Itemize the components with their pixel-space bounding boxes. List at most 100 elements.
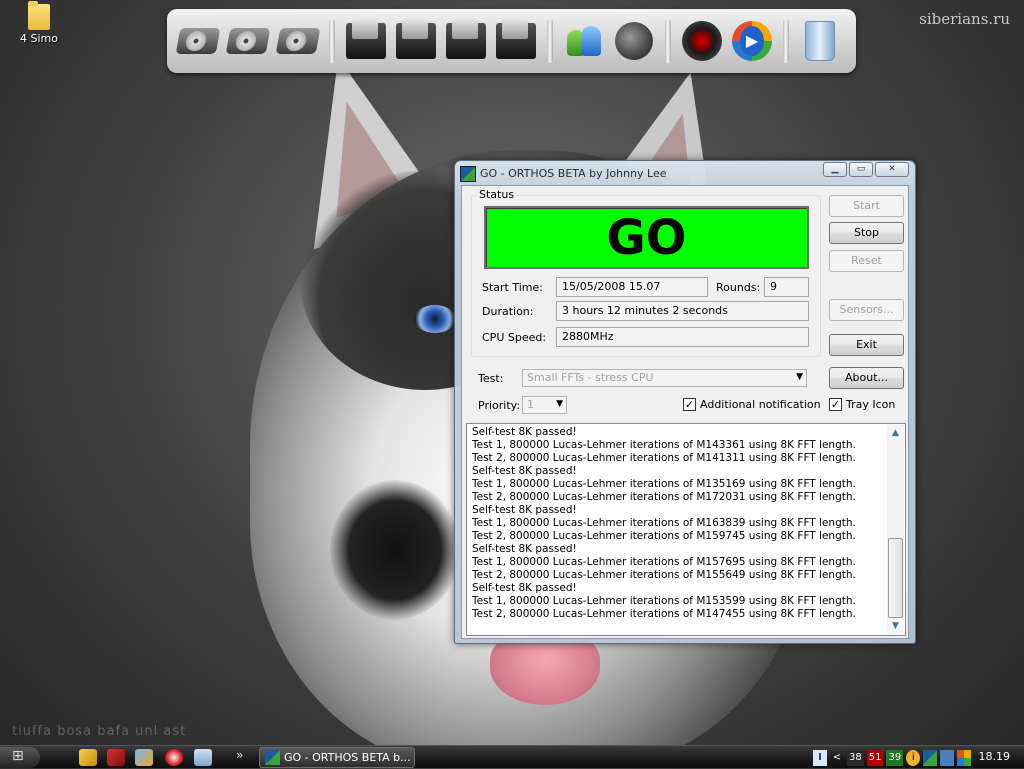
log-line: Self-test 8K passed! [472, 465, 577, 477]
start-time-label: Start Time: [482, 281, 543, 294]
sensors-button[interactable]: Sensors... [829, 299, 904, 321]
dock-separator [547, 19, 553, 63]
dock-separator [783, 19, 789, 63]
tray-orthos-icon[interactable] [923, 749, 938, 766]
recycle-bin-icon[interactable] [797, 17, 843, 65]
test-select[interactable]: Small FFTs - stress CPU ▼ [522, 369, 807, 387]
wallpaper-faint-text: tiuffa bosa bafa unl ast [12, 724, 187, 739]
desktop-folder-label: 4 Simo [20, 32, 58, 45]
exit-button[interactable]: Exit [829, 334, 904, 356]
rounds-field: 9 [764, 277, 809, 297]
chevron-down-icon: ▼ [796, 372, 803, 382]
quicklaunch-chevron[interactable]: » [236, 748, 243, 762]
folder-icon [28, 1, 50, 30]
test-select-value: Small FFTs - stress CPU [527, 371, 654, 384]
start-time-field: 15/05/2008 15.07 [556, 277, 708, 297]
log-line: Test 1, 800000 Lucas-Lehmer iterations o… [472, 517, 856, 529]
desktop-folder-icon[interactable]: 4 Simo [18, 1, 60, 45]
maximize-button[interactable]: ▭ [849, 162, 873, 177]
close-button[interactable]: ✕ [875, 162, 909, 177]
tray-info-icon[interactable]: i [906, 749, 921, 766]
tray-temp-2[interactable]: 51 [866, 749, 884, 766]
chevron-down-icon: ▼ [556, 399, 563, 409]
quicklaunch-app3-icon[interactable] [135, 749, 153, 766]
log-line: Self-test 8K passed! [472, 543, 577, 555]
window-client-area: Status GO Start Time: 15/05/2008 15.07 R… [461, 185, 909, 639]
test-log-lines: Self-test 8K passed! Test 1, 800000 Lucas… [472, 426, 884, 621]
drive-c-icon[interactable] [175, 17, 221, 65]
window-titlebar[interactable]: GO - ORTHOS BETA by Johnny Lee ▁ ▭ ✕ [455, 161, 915, 185]
window-title: GO - ORTHOS BETA by Johnny Lee [480, 167, 667, 180]
tray-network-icon[interactable] [940, 749, 955, 766]
tray-temp-3[interactable]: 39 [886, 749, 904, 766]
scroll-up-icon[interactable]: ▲ [887, 425, 904, 441]
video-folder-icon[interactable] [493, 17, 539, 65]
taskbar: » GO - ORTHOS BETA b... I < 38 51 39 i 1… [0, 745, 1024, 768]
pictures-folder-icon[interactable] [393, 17, 439, 65]
dock-separator [329, 19, 335, 63]
reset-button[interactable]: Reset [829, 250, 904, 272]
log-line: Test 2, 800000 Lucas-Lehmer iterations o… [472, 530, 856, 542]
start-button[interactable]: Start [829, 195, 904, 217]
status-group-label: Status [477, 188, 517, 201]
log-line: Test 1, 800000 Lucas-Lehmer iterations o… [472, 439, 856, 451]
additional-notification-checkbox[interactable]: ✓ Additional notification [683, 398, 821, 411]
log-scrollbar[interactable]: ▲ ▼ [887, 425, 904, 634]
orthos-window: GO - ORTHOS BETA by Johnny Lee ▁ ▭ ✕ Sta… [454, 160, 916, 644]
tray-windows-flag-icon[interactable] [957, 749, 972, 766]
cpu-speed-label: CPU Speed: [482, 331, 547, 344]
wallpaper-watermark: siberians.ru [919, 10, 1010, 28]
application-dock [167, 9, 856, 73]
log-line: Test 2, 800000 Lucas-Lehmer iterations o… [472, 491, 856, 503]
drive-d-icon[interactable] [225, 17, 271, 65]
priority-select-value: 1 [527, 398, 534, 411]
status-indicator: GO [484, 206, 809, 269]
duration-label: Duration: [482, 305, 534, 318]
scroll-down-icon[interactable]: ▼ [887, 618, 904, 634]
checkmark-icon: ✓ [829, 398, 842, 411]
music-folder-icon[interactable] [443, 17, 489, 65]
tray-expand-icon[interactable]: < [830, 750, 844, 766]
cpu-speed-field: 2880MHz [556, 327, 809, 347]
priority-select[interactable]: 1 ▼ [522, 396, 567, 414]
orthos-app-icon [460, 166, 476, 182]
media-disc-icon[interactable] [679, 17, 725, 65]
documents-folder-icon[interactable] [343, 17, 389, 65]
checkmark-icon: ✓ [683, 398, 696, 411]
about-button[interactable]: About... [829, 367, 904, 389]
status-group: Status GO Start Time: 15/05/2008 15.07 R… [471, 188, 821, 357]
msn-messenger-icon[interactable] [561, 17, 607, 65]
stop-button[interactable]: Stop [829, 222, 904, 244]
tray-icon-label: Tray Icon [846, 398, 896, 411]
rounds-label: Rounds: [716, 281, 761, 294]
log-line: Self-test 8K passed! [472, 426, 577, 438]
quicklaunch-app2-icon[interactable] [107, 749, 125, 766]
taskbar-clock[interactable]: 18.19 [979, 750, 1011, 763]
system-tray: I < 38 51 39 i [813, 746, 972, 769]
dock-separator [665, 19, 671, 63]
quicklaunch-desktop-icon[interactable] [194, 749, 212, 766]
additional-notification-label: Additional notification [700, 398, 821, 411]
test-log[interactable]: Self-test 8K passed! Test 1, 800000 Lucas… [466, 423, 906, 636]
scrollbar-thumb[interactable] [888, 538, 903, 618]
tray-temp-1[interactable]: 38 [847, 749, 864, 766]
log-line: Test 2, 800000 Lucas-Lehmer iterations o… [472, 569, 856, 581]
minimize-button[interactable]: ▁ [823, 162, 847, 177]
windows-media-player-icon[interactable] [729, 17, 775, 65]
taskbar-window-button[interactable]: GO - ORTHOS BETA b... [259, 747, 415, 768]
drive-e-icon[interactable] [275, 17, 321, 65]
log-line: Test 1, 800000 Lucas-Lehmer iterations o… [472, 595, 856, 607]
wallpaper-dog-mouth [330, 480, 460, 620]
wallpaper-dog-eye [414, 305, 456, 333]
quicklaunch-app4-icon[interactable] [165, 749, 183, 766]
tray-language-indicator[interactable]: I [813, 749, 827, 766]
tray-icon-checkbox[interactable]: ✓ Tray Icon [829, 398, 895, 411]
log-line: Test 1, 800000 Lucas-Lehmer iterations o… [472, 478, 856, 490]
log-line: Self-test 8K passed! [472, 504, 577, 516]
start-menu-button[interactable] [0, 747, 40, 768]
log-line: Self-test 8K passed! [472, 582, 577, 594]
priority-label: Priority: [478, 399, 521, 412]
firefox-icon[interactable] [611, 17, 657, 65]
quicklaunch-app1-icon[interactable] [79, 749, 97, 766]
log-line: Test 2, 800000 Lucas-Lehmer iterations o… [472, 608, 856, 620]
